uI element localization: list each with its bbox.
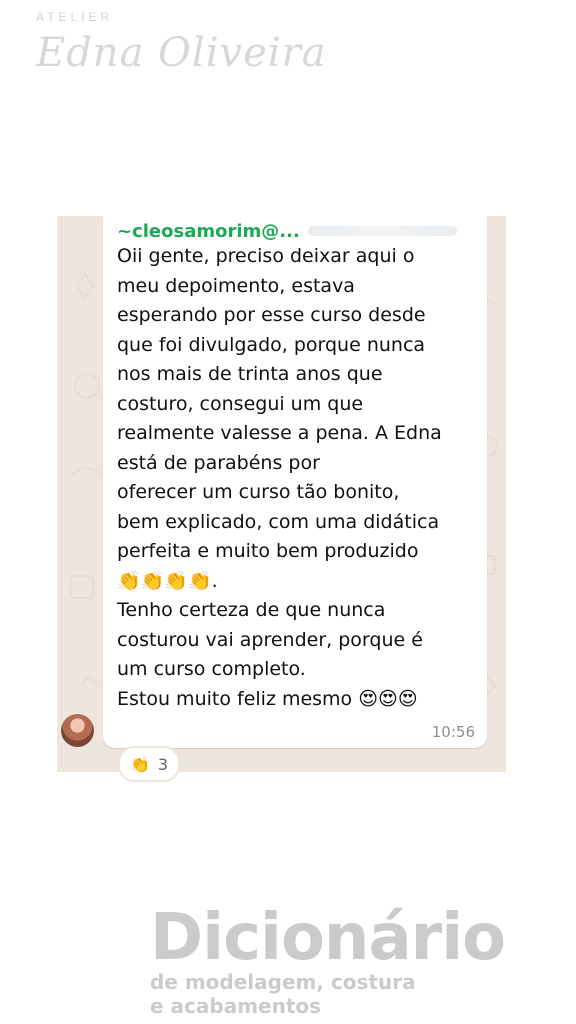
message-text: Oii gente, preciso deixar aqui o meu dep… [117,242,477,714]
dicionario-logo: Dicionário de modelagem, costura e acaba… [150,901,506,1018]
message-line: Tenho certeza de que nunca [117,599,386,621]
clap-icon: 👏 [130,754,150,774]
message-line: um curso completo. [117,658,306,680]
message-line: costuro, consegui um que [117,392,364,415]
message-line: oferecer um curso tão bonito, [117,481,400,503]
clap-emoji-line: 👏👏👏👏. [117,569,218,592]
message-line: realmente valesse a pena. A Edna [117,422,442,444]
message-line: nos mais de trinta anos que [117,363,383,385]
message-line: esperando por esse curso desde [117,304,426,326]
dicionario-title: Dicionário [150,901,506,975]
message-line: está de parabéns por [117,451,320,474]
reaction-pill[interactable]: 👏 3 [118,746,181,782]
brand-atelier-logo: ATELIER Edna Oliveira [36,10,327,76]
heart-eyes-emoji-line: Estou muito feliz mesmo 😍😍😍 [117,687,418,710]
sender-row: ~cleosamorim@... [117,220,457,242]
message-line: perfeita e muito bem produzido [117,540,419,562]
chat-panel: ~cleosamorim@... Oii gente, preciso deix… [57,216,506,772]
brand-atelier-label: ATELIER [36,10,114,24]
sender-avatar[interactable] [61,714,94,747]
sender-phone-redacted [307,226,457,236]
message-line: bem explicado, com uma didática [117,510,440,533]
message-bubble: ~cleosamorim@... Oii gente, preciso deix… [103,216,487,748]
message-line: Oii gente, preciso deixar aqui o [117,245,415,267]
reaction-count: 3 [157,754,169,774]
message-line: que foi divulgado, porque nunca [117,333,426,356]
brand-name: Edna Oliveira [36,30,327,76]
message-line: costurou vai aprender, porque é [117,628,423,651]
message-timestamp: 10:56 [431,723,475,741]
message-line: meu depoimento, estava [117,274,355,297]
dicionario-subtitle-line-2: e acabamentos [150,994,322,1018]
sender-name[interactable]: ~cleosamorim@... [117,221,300,242]
